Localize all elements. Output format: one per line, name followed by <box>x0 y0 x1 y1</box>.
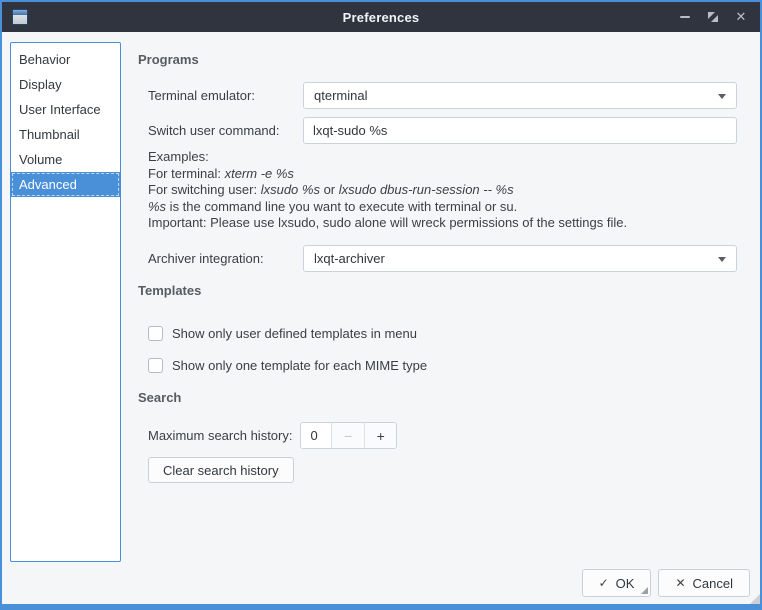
one-template-per-mime-checkbox-row: Show only one template for each MIME typ… <box>148 357 427 373</box>
max-search-history-label: Maximum search history: <box>148 428 292 443</box>
user-defined-templates-label: Show only user defined templates in menu <box>172 326 417 341</box>
archiver-integration-combobox[interactable]: lxqt-archiver <box>303 245 737 272</box>
ok-button[interactable]: ✓ OK <box>582 569 652 597</box>
sidebar-item-volume[interactable]: Volume <box>11 147 120 172</box>
programs-header: Programs <box>138 52 199 67</box>
close-button[interactable]: ✕ <box>730 6 752 28</box>
switch-user-command-label: Switch user command: <box>148 123 303 138</box>
sidebar-item-user-interface[interactable]: User Interface <box>11 97 120 122</box>
archiver-integration-label: Archiver integration: <box>148 251 303 266</box>
check-icon: ✓ <box>599 576 609 590</box>
minimize-icon <box>680 16 690 18</box>
spin-increment-button[interactable]: + <box>364 423 397 448</box>
resize-grip[interactable] <box>750 594 760 604</box>
sidebar-item-display[interactable]: Display <box>11 72 120 97</box>
terminal-emulator-label: Terminal emulator: <box>148 88 303 103</box>
restore-button[interactable] <box>702 6 724 28</box>
clear-search-history-button[interactable]: Clear search history <box>148 457 294 483</box>
examples-line2: For terminal: xterm -e %s <box>148 166 627 183</box>
max-search-history-spinbox: 0 − + <box>300 422 397 449</box>
examples-text: Examples: For terminal: xterm -e %s For … <box>148 149 627 232</box>
sidebar-item-advanced[interactable]: Advanced <box>11 172 120 197</box>
chevron-down-icon <box>718 257 726 262</box>
archiver-integration-value: lxqt-archiver <box>314 251 385 266</box>
one-template-per-mime-checkbox[interactable] <box>148 358 163 373</box>
terminal-emulator-value: qterminal <box>314 88 367 103</box>
spin-decrement-button[interactable]: − <box>331 423 364 448</box>
templates-header: Templates <box>138 283 201 298</box>
one-template-per-mime-label: Show only one template for each MIME typ… <box>172 358 427 373</box>
search-header: Search <box>138 390 181 405</box>
switch-user-command-input[interactable] <box>303 117 737 144</box>
sidebar-item-thumbnail[interactable]: Thumbnail <box>11 122 120 147</box>
cancel-button[interactable]: ✕ Cancel <box>658 569 750 597</box>
window-icon[interactable] <box>12 9 28 25</box>
chevron-down-icon <box>718 94 726 99</box>
default-button-indicator <box>641 587 648 594</box>
preferences-dialog: Preferences ✕ Behavior Display User Inte… <box>0 0 762 610</box>
category-list: Behavior Display User Interface Thumbnai… <box>10 42 121 562</box>
max-search-history-value[interactable]: 0 <box>301 423 331 448</box>
window-title: Preferences <box>2 10 760 25</box>
examples-line5: Important: Please use lxsudo, sudo alone… <box>148 215 627 232</box>
sidebar-item-behavior[interactable]: Behavior <box>11 47 120 72</box>
user-defined-templates-checkbox[interactable] <box>148 326 163 341</box>
examples-line1: Examples: <box>148 149 627 166</box>
user-defined-templates-checkbox-row: Show only user defined templates in menu <box>148 325 417 341</box>
terminal-emulator-combobox[interactable]: qterminal <box>303 82 737 109</box>
examples-line3: For switching user: lxsudo %s or lxsudo … <box>148 182 627 199</box>
minimize-button[interactable] <box>674 6 696 28</box>
restore-icon <box>707 11 719 23</box>
close-icon: ✕ <box>675 576 685 590</box>
titlebar: Preferences ✕ <box>2 2 760 32</box>
examples-line4: %s is the command line you want to execu… <box>148 199 627 216</box>
